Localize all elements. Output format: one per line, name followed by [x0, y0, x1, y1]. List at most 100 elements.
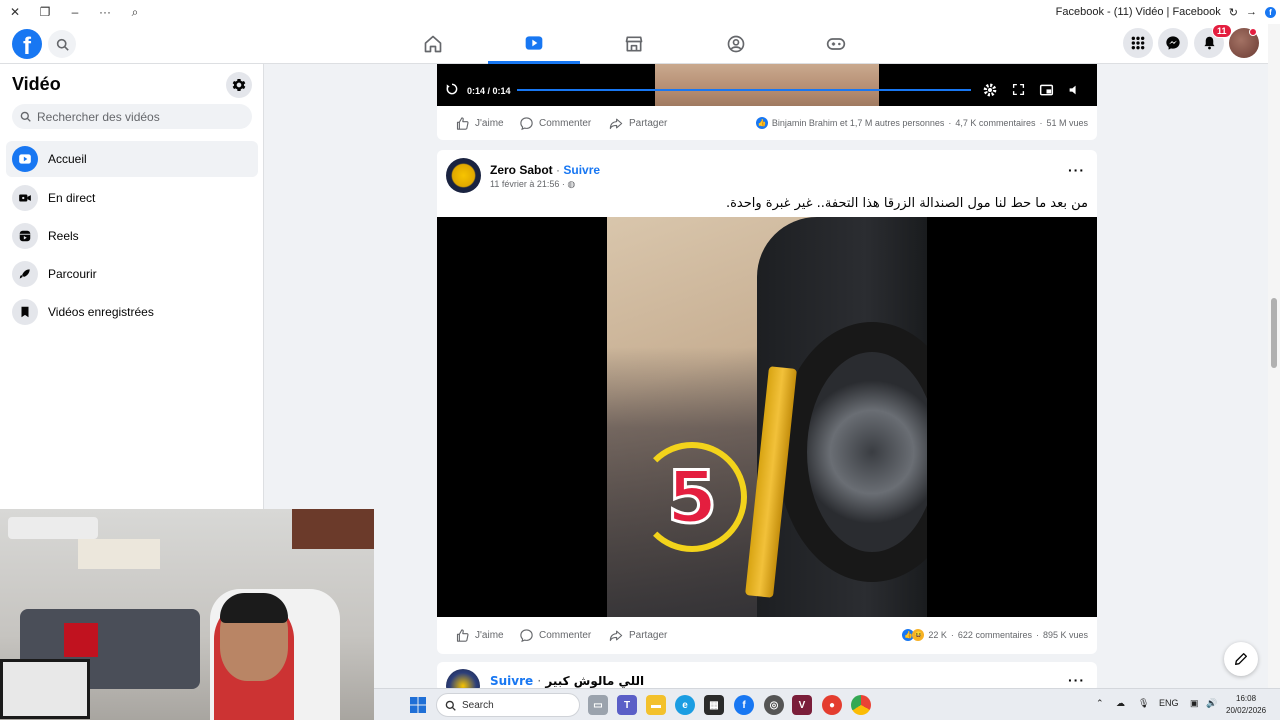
file-explorer-icon[interactable]: ▬ [646, 695, 666, 715]
gamepad-icon [826, 38, 846, 50]
post1-video[interactable]: 0:14 / 0:14 [437, 64, 1097, 106]
post3-author-line: اللي مالوش كبير · Suivre [490, 674, 644, 688]
tab-home[interactable] [387, 24, 479, 64]
sidebar-item-parcourir[interactable]: Parcourir [6, 256, 258, 292]
titlebar-right: Facebook - (11) Vidéo | Facebook ↻ → f [1056, 0, 1280, 24]
minimize-window-icon[interactable]: – [60, 0, 90, 24]
display-icon[interactable]: ▣ [1190, 698, 1199, 709]
search-icon [56, 38, 69, 51]
new-message-button[interactable] [1224, 642, 1258, 676]
post1-reactions[interactable]: Binjamin Brahim et 1,7 M autres personne… [772, 118, 945, 128]
post1-like-button[interactable]: J'aime [455, 116, 504, 131]
app-icon[interactable]: ◎ [764, 695, 784, 715]
taskbar-search[interactable]: Search [436, 693, 580, 717]
store-icon[interactable]: ▦ [704, 695, 724, 715]
sidebar-item-en-direct[interactable]: En direct [6, 180, 258, 216]
sidebar-item-accueil[interactable]: Accueil [6, 141, 258, 177]
task-view-icon[interactable]: ▭ [588, 695, 608, 715]
webcam-air-conditioner [8, 517, 98, 539]
post1-progress-bar[interactable] [517, 89, 971, 91]
volume-icon[interactable] [1068, 83, 1081, 97]
chrome-icon[interactable] [851, 695, 871, 715]
post2-views: 895 K vues [1042, 630, 1088, 640]
taskbar-clock[interactable]: 16:08 20/02/2026 [1226, 693, 1266, 717]
post2-share-button[interactable]: Partager [608, 628, 667, 643]
sidebar-item-label: Accueil [48, 152, 87, 166]
post1-comments-count[interactable]: 4,7 K commentaires [955, 118, 1035, 128]
post2-follow-button[interactable]: Suivre [563, 163, 600, 177]
post2-author-name[interactable]: Zero Sabot [490, 163, 553, 177]
post2-comments-count[interactable]: 622 commentaires [958, 630, 1032, 640]
restore-window-icon[interactable]: ❐ [30, 0, 60, 24]
browser-titlebar: ✕ ❐ – ··· ⌕ Facebook - (11) Vidéo | Face… [0, 0, 1280, 24]
microphone-icon[interactable]: 🎙 [1138, 698, 1149, 709]
replay-icon[interactable] [445, 82, 459, 96]
fullscreen-icon[interactable] [1012, 83, 1025, 96]
menu-button[interactable] [1123, 28, 1153, 58]
facebook-app-icon[interactable]: f [734, 695, 754, 715]
tab-gaming[interactable] [790, 24, 882, 64]
play-icon [12, 146, 38, 172]
search-placeholder: Rechercher des vidéos [37, 109, 160, 124]
close-window-icon[interactable]: ✕ [0, 0, 30, 24]
thumbs-up-icon [456, 117, 469, 130]
language-indicator[interactable]: ENG [1159, 698, 1179, 708]
settings-button[interactable] [226, 72, 252, 98]
dot-separator: · [950, 630, 954, 640]
clock-date: 20/02/2026 [1226, 706, 1267, 715]
tab-marketplace[interactable] [588, 24, 680, 64]
video-settings-icon[interactable] [982, 82, 998, 98]
facebook-logo-icon[interactable]: f [12, 29, 42, 59]
dot-separator: · [1035, 630, 1039, 640]
cloud-icon[interactable]: ☁ [1116, 698, 1125, 709]
share-label: Partager [629, 630, 668, 641]
picture-in-picture-icon[interactable] [1039, 83, 1054, 97]
header-search-button[interactable] [48, 30, 76, 58]
video-search-input[interactable]: Rechercher des vidéos [12, 104, 252, 129]
post1-views: 51 M vues [1046, 118, 1088, 128]
forward-icon[interactable]: → [1246, 6, 1257, 18]
video-editor-icon[interactable]: V [792, 695, 812, 715]
sidebar-item-reels[interactable]: Reels [6, 218, 258, 254]
countdown-overlay: 5 [637, 442, 747, 552]
comment-label: Commenter [539, 630, 592, 641]
share-icon [609, 118, 623, 130]
webcam-wall-art [78, 539, 160, 569]
post3-author-name[interactable]: اللي مالوش كبير [545, 674, 644, 688]
post2-like-button[interactable]: J'aime [455, 628, 504, 643]
post2-comment-button[interactable]: Commenter [519, 628, 591, 643]
clock-time: 16:08 [1236, 694, 1257, 703]
search-icon [20, 111, 31, 122]
post1-share-button[interactable]: Partager [608, 116, 667, 131]
tab-video[interactable] [488, 24, 580, 64]
recorder-icon[interactable]: ● [822, 695, 842, 715]
teams-icon[interactable]: T [617, 695, 637, 715]
tray-chevron-icon[interactable]: ⌃ [1096, 698, 1104, 709]
sidebar-item-videos-enregistrees[interactable]: Vidéos enregistrées [6, 294, 258, 330]
post2-date[interactable]: 11 février à 21:56 · ◍ [490, 179, 575, 190]
windows-taskbar: Search ▭ T ▬ e ▦ f ◎ V ● ⌃ ☁ 🎙 ENG ▣ 🔊 1… [374, 688, 1280, 720]
bookmark-icon [12, 299, 38, 325]
search-icon [445, 700, 456, 711]
post3-follow-button[interactable]: Suivre [490, 674, 533, 688]
facebook-favicon-icon: f [1265, 6, 1276, 18]
scrollbar-thumb[interactable] [1271, 298, 1277, 368]
tab-groups[interactable] [690, 24, 782, 64]
post2-author-avatar[interactable] [446, 158, 481, 193]
messenger-button[interactable] [1158, 28, 1188, 58]
post2-reactions-count[interactable]: 22 K [928, 630, 947, 640]
live-camera-icon [12, 185, 38, 211]
reload-icon[interactable]: ↻ [1229, 6, 1238, 19]
windows-start-icon[interactable] [410, 697, 426, 713]
post1-comment-button[interactable]: Commenter [519, 116, 591, 131]
edge-icon[interactable]: e [675, 695, 695, 715]
zoom-icon[interactable]: ⌕ [120, 0, 150, 24]
post2-video[interactable]: 5 [437, 217, 1097, 617]
speaker-icon[interactable]: 🔊 [1206, 698, 1217, 709]
more-options-icon[interactable]: ··· [90, 0, 120, 24]
post2-more-button[interactable]: ··· [1068, 162, 1085, 178]
post3-more-button[interactable]: ··· [1068, 672, 1085, 688]
post1-video-frame [655, 64, 879, 106]
like-label: J'aime [475, 630, 504, 641]
post1-actions: J'aime Commenter Partager 👍 Binjamin Bra… [437, 108, 1097, 138]
